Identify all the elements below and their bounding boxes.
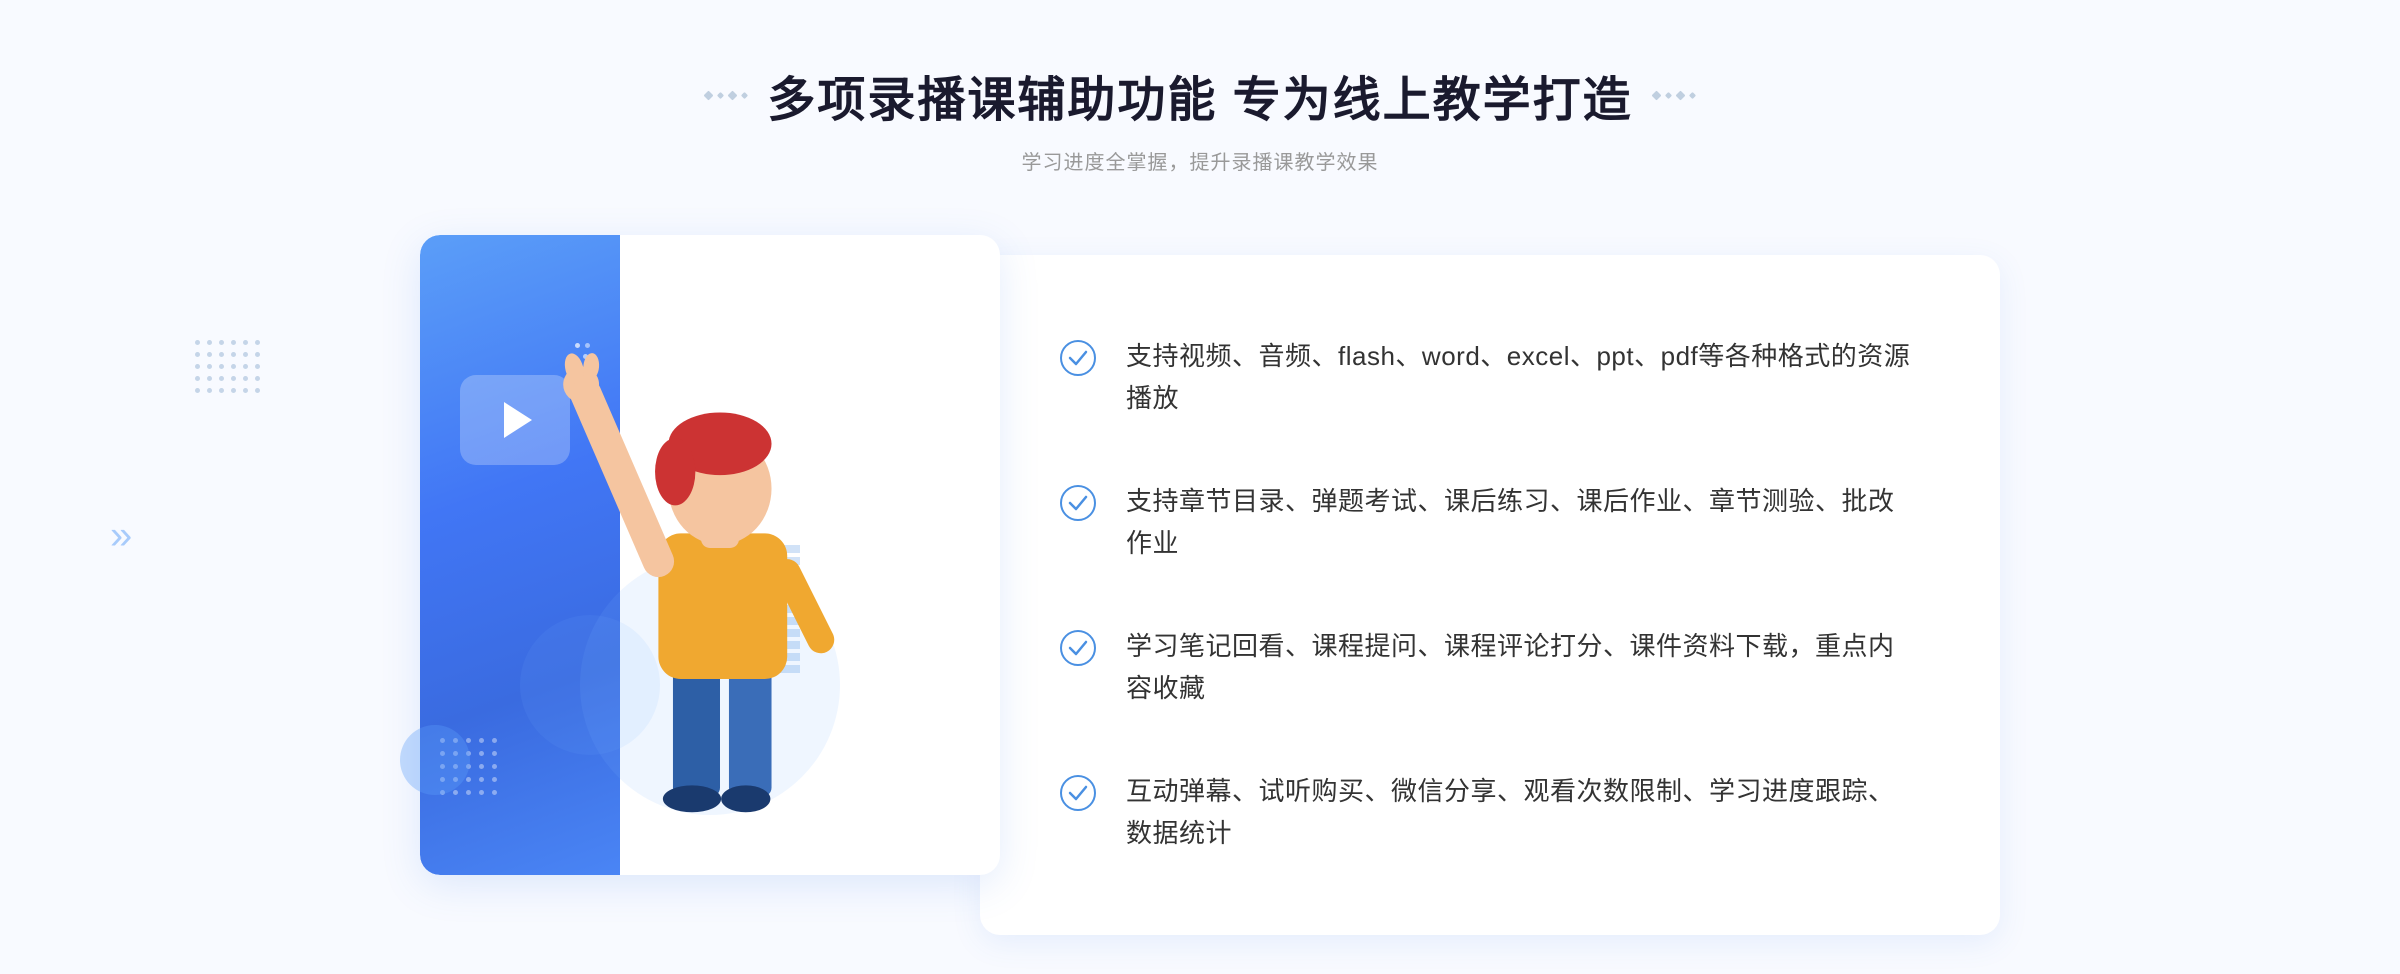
main-content: 支持视频、音频、flash、word、excel、ppt、pdf等各种格式的资源… xyxy=(400,235,2000,935)
title-decorator-right xyxy=(1653,92,1695,99)
circle-deco-blue xyxy=(400,725,470,795)
deco-dots-top-left xyxy=(195,340,260,393)
check-icon-4 xyxy=(1060,775,1096,811)
feature-text-1: 支持视频、音频、flash、word、excel、ppt、pdf等各种格式的资源… xyxy=(1126,336,1920,419)
header-title: 多项录播课辅助功能 专为线上教学打造 xyxy=(705,60,1694,130)
header-section: 多项录播课辅助功能 专为线上教学打造 学习进度全掌握，提升录播课教学效果 xyxy=(705,60,1694,175)
feature-item-4: 互动弹幕、试听购买、微信分享、观看次数限制、学习进度跟踪、数据统计 xyxy=(1060,755,1920,870)
title-decorator-left xyxy=(705,92,747,99)
header-subtitle: 学习进度全掌握，提升录播课教学效果 xyxy=(705,146,1694,175)
feature-item-1: 支持视频、音频、flash、word、excel、ppt、pdf等各种格式的资源… xyxy=(1060,320,1920,435)
feature-text-2: 支持章节目录、弹题考试、课后练习、课后作业、章节测验、批改作业 xyxy=(1126,481,1920,564)
check-icon-3 xyxy=(1060,630,1096,666)
feature-text-3: 学习笔记回看、课程提问、课程评论打分、课件资料下载，重点内容收藏 xyxy=(1126,626,1920,709)
check-icon-2 xyxy=(1060,485,1096,521)
illustration-area xyxy=(400,235,1020,895)
page-container: 多项录播课辅助功能 专为线上教学打造 学习进度全掌握，提升录播课教学效果 xyxy=(0,0,2400,974)
left-chevron-deco: » xyxy=(110,513,132,558)
feature-text-4: 互动弹幕、试听购买、微信分享、观看次数限制、学习进度跟踪、数据统计 xyxy=(1126,771,1920,854)
feature-item-3: 学习笔记回看、课程提问、课程评论打分、课件资料下载，重点内容收藏 xyxy=(1060,610,1920,725)
feature-item-2: 支持章节目录、弹题考试、课后练习、课后作业、章节测验、批改作业 xyxy=(1060,465,1920,580)
check-icon-1 xyxy=(1060,340,1096,376)
illustration-card xyxy=(420,235,1000,875)
person-illustration xyxy=(520,315,920,875)
features-area: 支持视频、音频、flash、word、excel、ppt、pdf等各种格式的资源… xyxy=(980,255,2000,935)
